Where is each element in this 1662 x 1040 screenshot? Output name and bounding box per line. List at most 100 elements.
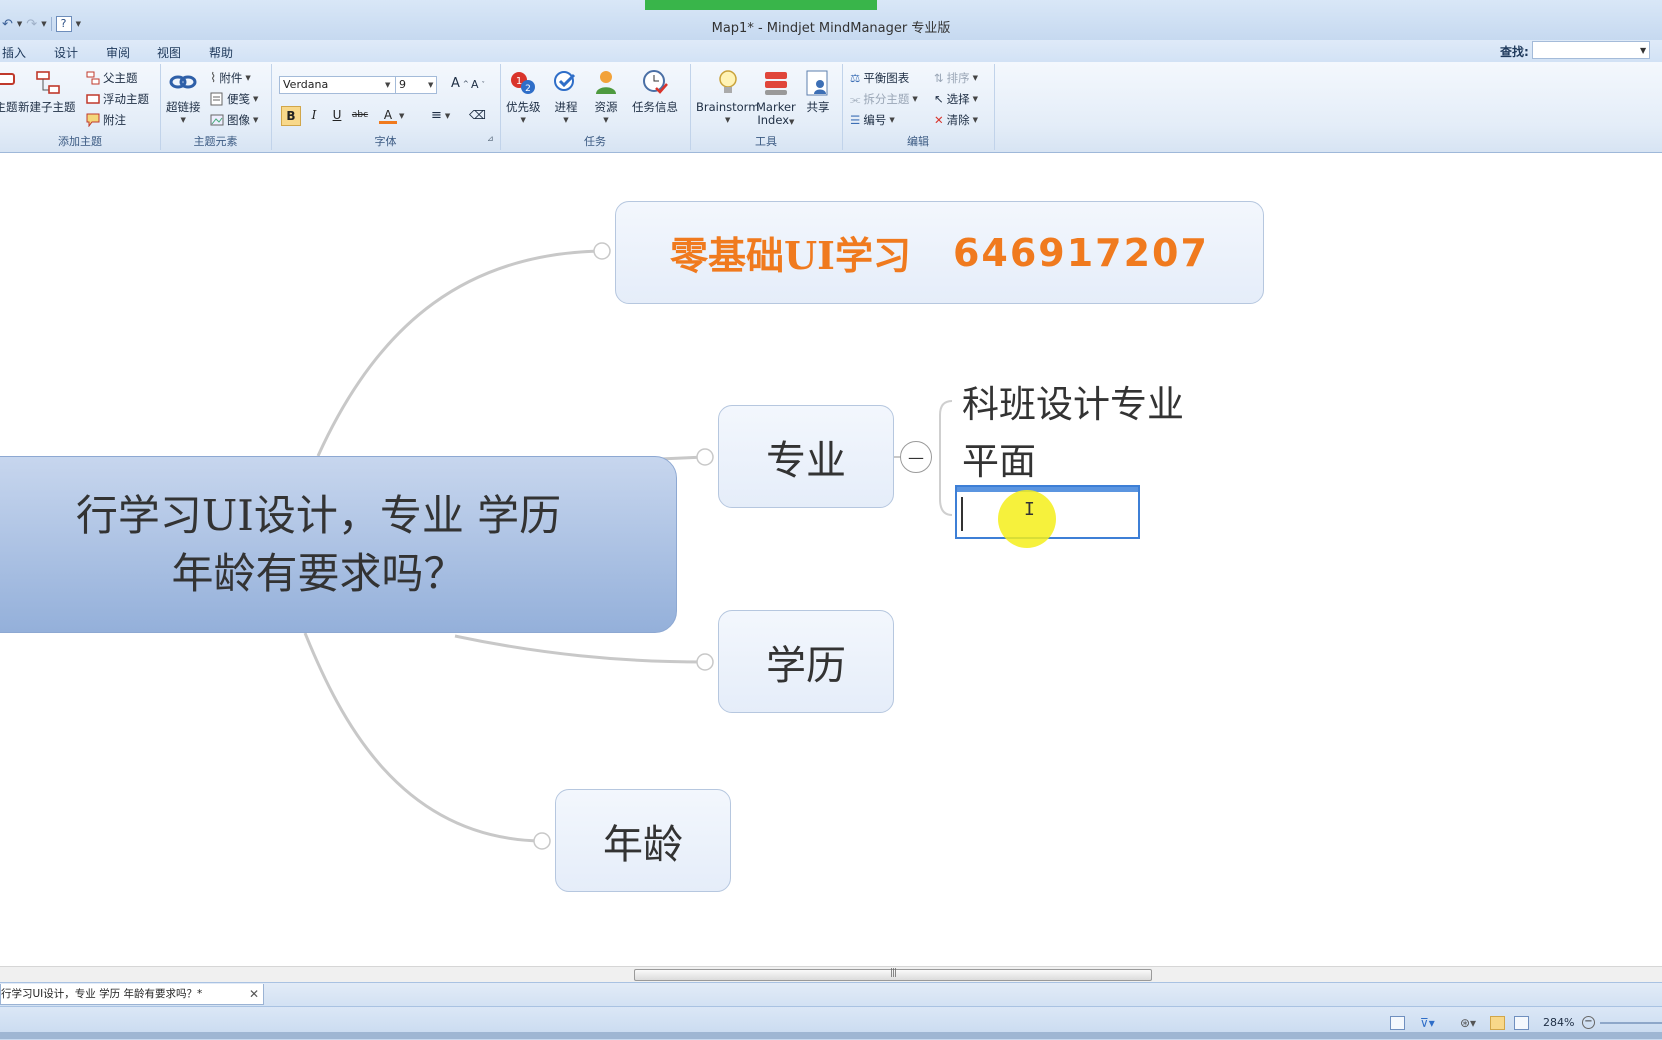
sort-button[interactable]: ⇅ 排序 ▼ xyxy=(934,70,978,86)
format-painter-icon[interactable]: ⌫ xyxy=(469,108,486,122)
notes-dropdown-icon[interactable]: ▼ xyxy=(253,95,258,103)
central-topic-line2: 年龄有要求吗？ xyxy=(171,548,466,598)
shrink-font-icon[interactable]: Aˇ xyxy=(471,78,485,91)
focus-icon[interactable]: ⊛▾ xyxy=(1460,1016,1476,1030)
map-layout-icon[interactable] xyxy=(1490,1016,1505,1030)
attachment-dropdown-icon[interactable]: ▼ xyxy=(245,74,250,82)
new-subtopic-button[interactable]: 新建子主题 xyxy=(18,68,76,114)
tab-view[interactable]: 视图 xyxy=(157,44,181,61)
share-button[interactable]: 共享 xyxy=(804,68,832,114)
find-input[interactable] xyxy=(1532,41,1650,59)
font-size-dropdown-icon[interactable]: ▼ xyxy=(428,81,433,89)
tab-insert[interactable]: 插入 xyxy=(2,44,26,61)
font-color-button[interactable]: A xyxy=(379,106,397,124)
task-info-button[interactable]: 任务信息 xyxy=(632,68,678,114)
progress-button[interactable]: 进程 ▼ xyxy=(552,68,580,127)
strikethrough-button[interactable]: abc xyxy=(351,106,369,124)
tab-help[interactable]: 帮助 xyxy=(209,44,233,61)
split-topic-button[interactable]: ⫘ 拆分主题 ▼ xyxy=(850,91,918,107)
central-topic-line1: 行学习UI设计，专业 学历 xyxy=(75,490,562,540)
tab-review[interactable]: 审阅 xyxy=(106,44,130,61)
title-bar: ↶ ▼ ↷ ▼ ? ▼ Map1* - Mindjet MindManager … xyxy=(0,0,1662,41)
tab-design[interactable]: 设计 xyxy=(54,44,78,61)
group-label-font: 字体 xyxy=(374,135,397,148)
zoom-level: 284% xyxy=(1543,1016,1575,1029)
resource-button[interactable]: 资源 ▼ xyxy=(592,68,620,127)
scrollbar-thumb[interactable]: ||| xyxy=(634,968,1152,981)
priority-button[interactable]: 12 优先级 ▼ xyxy=(506,68,541,127)
lightbulb-icon xyxy=(718,70,737,93)
select-button[interactable]: ↖ 选择 ▼ xyxy=(934,91,978,107)
branch-line-banner xyxy=(316,249,601,457)
image-dropdown-icon[interactable]: ▼ xyxy=(253,116,258,124)
group-edit: ⚖ 平衡图表 ⫘ 拆分主题 ▼ ☰ 编号 ▼ ⇅ 排序 ▼ ↖ 选择 ▼ ✕ 清… xyxy=(842,64,995,150)
share-icon xyxy=(806,70,828,96)
attachment-button[interactable]: ⌇ 附件 ▼ xyxy=(210,70,251,86)
branch-line-age xyxy=(303,632,543,843)
text-cursor-icon: I xyxy=(1024,499,1035,520)
hyperlink-button[interactable]: 超链接 ▼ xyxy=(166,68,201,127)
group-task: 12 优先级 ▼ 进程 ▼ 资源 ▼ 任务信息 任务 xyxy=(500,64,691,150)
numbering-button[interactable]: ☰ 编号 ▼ xyxy=(850,112,895,128)
topic-icon xyxy=(0,73,15,85)
find-label: 查找: xyxy=(1500,45,1529,59)
resource-icon xyxy=(596,71,616,94)
topic-age[interactable]: 年龄 xyxy=(555,789,731,892)
parent-topic-button[interactable]: 父主题 xyxy=(86,70,138,86)
map-view-icon[interactable] xyxy=(1390,1016,1405,1030)
connection-dot xyxy=(696,653,714,671)
minus-icon: — xyxy=(908,447,924,467)
svg-text:2: 2 xyxy=(525,84,531,94)
topic-button[interactable]: 主题 xyxy=(0,68,20,114)
connection-dot xyxy=(593,242,611,260)
subtopic-1[interactable]: 科班设计专业 xyxy=(962,374,1184,428)
connection-dot xyxy=(696,448,714,466)
zoom-out-button[interactable]: − xyxy=(1582,1016,1595,1029)
group-label-task: 任务 xyxy=(584,135,606,148)
subtopic-2[interactable]: 平面 xyxy=(962,431,1036,485)
document-tab-bar: 行学习UI设计，专业 学历 年龄有要求吗？* ✕ xyxy=(0,982,1662,1007)
topic-education[interactable]: 学历 xyxy=(718,610,894,713)
bold-button[interactable]: B xyxy=(281,106,301,126)
collapse-button[interactable]: — xyxy=(900,441,932,473)
central-topic[interactable]: 行学习UI设计，专业 学历 年龄有要求吗？ xyxy=(0,456,677,633)
taskbar-highlight xyxy=(645,0,877,10)
document-tab[interactable]: 行学习UI设计，专业 学历 年龄有要求吗？* ✕ xyxy=(0,984,264,1005)
grow-font-icon[interactable]: A ^ xyxy=(451,76,469,91)
map-canvas[interactable]: 零基础UI学习 646917207 行学习UI设计，专业 学历 年龄有要求吗？ … xyxy=(0,159,1662,967)
document-tab-label: 行学习UI设计，专业 学历 年龄有要求吗？* xyxy=(1,988,203,1000)
topic-major[interactable]: 专业 xyxy=(718,405,894,508)
notes-button[interactable]: 便笺 ▼ xyxy=(210,91,258,107)
group-tools: Brainstorm ▼ Marker Index▼ 共享 工具 xyxy=(690,64,843,150)
italic-button[interactable]: I xyxy=(305,106,323,124)
balance-map-button[interactable]: ⚖ 平衡图表 xyxy=(850,70,909,86)
floating-topic-icon xyxy=(86,94,100,104)
hyperlink-dropdown-icon[interactable]: ▼ xyxy=(181,114,186,127)
floating-topic-button[interactable]: 浮动主题 xyxy=(86,91,149,107)
image-button[interactable]: 图像 ▼ xyxy=(210,112,258,128)
horizontal-scrollbar[interactable]: ||| xyxy=(0,966,1662,983)
find-dropdown-icon[interactable]: ▼ xyxy=(1640,46,1646,55)
zoom-slider[interactable] xyxy=(1600,1022,1662,1024)
clear-button[interactable]: ✕ 清除 ▼ xyxy=(934,112,978,128)
filter-icon[interactable]: ⊽▾ xyxy=(1420,1016,1435,1030)
font-name-select[interactable]: Verdana xyxy=(279,76,397,94)
brainstorm-button[interactable]: Brainstorm ▼ xyxy=(696,68,759,127)
connection-dot xyxy=(533,832,551,850)
outline-view-icon[interactable] xyxy=(1514,1016,1529,1030)
subtopic-bracket xyxy=(939,400,953,516)
align-icon[interactable]: ≡ ▼ xyxy=(431,108,450,123)
marker-index-button[interactable]: Marker Index▼ xyxy=(756,68,796,129)
subtopic-icon xyxy=(35,71,60,94)
banner-topic[interactable]: 零基础UI学习 646917207 xyxy=(615,201,1264,304)
close-tab-icon[interactable]: ✕ xyxy=(249,984,259,1004)
edit-box-header xyxy=(957,487,1138,492)
font-color-dropdown-icon[interactable]: ▼ xyxy=(399,112,404,120)
paperclip-icon: ⌇ xyxy=(210,70,217,86)
split-topic-icon: ⫘ xyxy=(850,91,861,106)
callout-button[interactable]: 附注 xyxy=(86,112,126,128)
marker-index-icon xyxy=(764,72,787,95)
group-label-add-topic: 添加主题 xyxy=(58,135,102,148)
font-name-dropdown-icon[interactable]: ▼ xyxy=(385,81,390,89)
underline-button[interactable]: U xyxy=(328,106,346,124)
